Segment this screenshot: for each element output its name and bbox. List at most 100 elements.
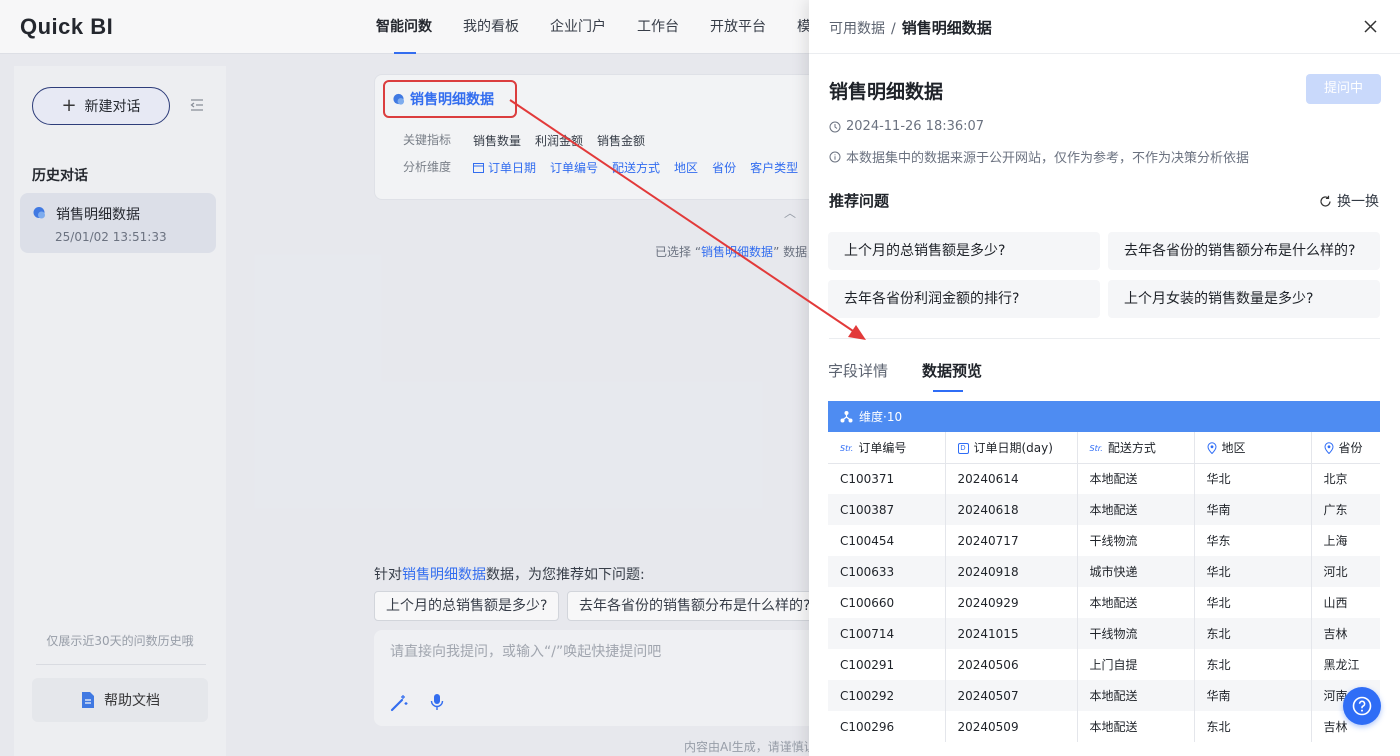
nav-workbench[interactable]: 工作台 bbox=[637, 0, 679, 54]
metric-item[interactable]: 销售金额 bbox=[597, 132, 645, 149]
column-header[interactable]: Str. 订单编号 bbox=[828, 432, 946, 464]
breadcrumb-root[interactable]: 可用数据 bbox=[829, 21, 885, 37]
table-cell: C100714 bbox=[828, 618, 946, 649]
recommend-dataset-name[interactable]: 销售明细数据 bbox=[402, 567, 486, 583]
recommend-intro: 针对销售明细数据数据，为您推荐如下问题: bbox=[374, 564, 645, 584]
table-row: C100296 20240509 本地配送 东北 吉林 bbox=[828, 711, 1380, 742]
chevron-up-icon[interactable]: ︿ bbox=[784, 204, 796, 221]
table-cell: 20240506 bbox=[945, 649, 1078, 680]
history-item[interactable]: 销售明细数据 25/01/02 13:51:33 bbox=[20, 193, 216, 253]
table-row: C100660 20240929 本地配送 华北 山西 bbox=[828, 587, 1380, 618]
data-preview-body: C100371 20240614 本地配送 华北 北京 C100387 20240618 本地… bbox=[828, 463, 1380, 742]
table-cell: 黑龙江 bbox=[1323, 658, 1360, 672]
table-cell: 上门自提 bbox=[1077, 649, 1195, 680]
recommended-question[interactable]: 上个月的总销售额是多少? bbox=[828, 232, 1100, 270]
nav-my-dashboard[interactable]: 我的看板 bbox=[463, 0, 519, 54]
refresh-label: 换一换 bbox=[1337, 194, 1379, 210]
column-header-label: 订单编号 bbox=[858, 440, 907, 455]
table-cell: 本地配送 bbox=[1077, 463, 1195, 494]
document-icon bbox=[82, 692, 94, 708]
dimension-item[interactable]: 地区 bbox=[674, 159, 698, 176]
tab-data-preview[interactable]: 数据预览 bbox=[922, 360, 982, 381]
close-icon[interactable] bbox=[1364, 20, 1377, 33]
metrics-label: 关键指标 bbox=[403, 133, 452, 147]
metric-item[interactable]: 销售数量 bbox=[473, 132, 521, 149]
string-type-icon: Str. bbox=[840, 443, 854, 453]
breadcrumb-separator: / bbox=[891, 21, 896, 37]
table-cell: C100296 bbox=[828, 711, 946, 742]
table-cell: 东北 bbox=[1194, 649, 1312, 680]
recommended-question[interactable]: 去年各省份利润金额的排行? bbox=[828, 280, 1100, 318]
table-cell: 本地配送 bbox=[1077, 711, 1195, 742]
sidebar-divider bbox=[36, 664, 206, 665]
table-cell: 华南 bbox=[1194, 494, 1312, 525]
table-cell: 山西 bbox=[1323, 596, 1348, 610]
history-retention-note: 仅展示近30天的问数历史哦 bbox=[46, 634, 194, 648]
suggested-question-chip[interactable]: 去年各省份的销售额分布是什么样的? bbox=[567, 591, 823, 621]
timestamp-text: 2024-11-26 18:36:07 bbox=[846, 119, 985, 134]
collapse-sidebar-icon[interactable] bbox=[190, 98, 204, 112]
table-cell: 本地配送 bbox=[1077, 680, 1195, 711]
dimension-item[interactable]: 客户类型 bbox=[750, 159, 798, 176]
table-row: C100291 20240506 上门自提 东北 黑龙江 bbox=[828, 649, 1380, 680]
recommended-questions-title: 推荐问题 bbox=[829, 192, 890, 210]
location-pin-icon bbox=[1206, 442, 1217, 455]
dimension-item[interactable]: 配送方式 bbox=[612, 159, 660, 176]
table-cell: 广东 bbox=[1311, 494, 1380, 525]
table-cell: C100292 bbox=[828, 680, 946, 711]
table-cell: 华北 bbox=[1194, 556, 1312, 587]
history-title: 历史对话 bbox=[32, 168, 88, 184]
column-header-label: 省份 bbox=[1338, 440, 1363, 455]
disclaimer-text: 本数据集中的数据来源于公开网站，仅作为参考，不作为决策分析依据 bbox=[846, 151, 1250, 166]
clock-icon bbox=[829, 121, 841, 132]
dimension-item[interactable]: 订单编号 bbox=[550, 159, 598, 176]
selected-note-name[interactable]: 销售明细数据 bbox=[701, 245, 773, 259]
column-header[interactable]: 地区 bbox=[1194, 432, 1312, 464]
table-cell: 20240509 bbox=[945, 711, 1078, 742]
magic-wand-icon[interactable] bbox=[390, 694, 408, 712]
chat-bubble-icon bbox=[393, 93, 405, 105]
recommended-question[interactable]: 去年各省份的销售额分布是什么样的? bbox=[1108, 232, 1380, 270]
ask-button[interactable]: 提问中 bbox=[1306, 74, 1381, 104]
table-cell: C100371 bbox=[828, 463, 946, 494]
column-header[interactable]: 省份 bbox=[1311, 432, 1380, 464]
table-cell: 20241015 bbox=[945, 618, 1078, 649]
history-item-time: 25/01/02 13:51:33 bbox=[55, 230, 167, 244]
nav-enterprise-portal[interactable]: 企业门户 bbox=[550, 0, 606, 54]
dimension-group-header: 维度·10 bbox=[828, 401, 1380, 432]
column-header[interactable]: Str. 配送方式 bbox=[1077, 432, 1195, 464]
dimension-item[interactable]: 订单日期 bbox=[473, 159, 536, 176]
dimensions-label: 分析维度 bbox=[403, 160, 452, 174]
new-chat-button[interactable]: + 新建对话 bbox=[32, 87, 170, 125]
help-docs-button[interactable]: 帮助文档 bbox=[32, 678, 208, 722]
table-row: C100633 20240918 城市快递 华北 河北 bbox=[828, 556, 1380, 587]
table-cell: C100291 bbox=[828, 649, 946, 680]
column-header[interactable]: D 订单日期(day) bbox=[945, 432, 1078, 464]
table-cell: 干线物流 bbox=[1077, 618, 1195, 649]
info-icon bbox=[829, 151, 841, 162]
metric-item[interactable]: 利润金额 bbox=[535, 132, 583, 149]
refresh-button[interactable]: 换一换 bbox=[1319, 191, 1379, 211]
nav-smart-query[interactable]: 智能问数 bbox=[376, 0, 432, 54]
microphone-icon[interactable] bbox=[430, 693, 444, 711]
table-row: C100454 20240717 干线物流 华东 上海 bbox=[828, 525, 1380, 556]
new-chat-label: 新建对话 bbox=[84, 99, 141, 115]
recommended-question[interactable]: 上个月女装的销售数量是多少? bbox=[1108, 280, 1380, 318]
dimension-label: 订单日期 bbox=[488, 161, 537, 175]
dataset-name-highlight[interactable]: 销售明细数据 bbox=[383, 80, 517, 118]
date-type-icon: D bbox=[957, 442, 969, 454]
table-cell: 20240717 bbox=[945, 525, 1078, 556]
hierarchy-icon bbox=[840, 411, 853, 423]
drawer-header: 可用数据 / 销售明细数据 bbox=[809, 0, 1400, 54]
quick-bi-logo[interactable]: Quick BI bbox=[20, 14, 113, 40]
selected-note-prefix: 已选择 “ bbox=[655, 245, 702, 259]
chat-bubble-icon bbox=[33, 207, 45, 219]
help-float-button[interactable] bbox=[1343, 687, 1381, 725]
table-cell: 20240918 bbox=[945, 556, 1078, 587]
suggested-question-chip[interactable]: 上个月的总销售额是多少? bbox=[374, 591, 560, 621]
nav-open-platform[interactable]: 开放平台 bbox=[710, 0, 766, 54]
dataset-detail-drawer: 可用数据 / 销售明细数据 销售明细数据 提问中 2024-11-26 18:36:… bbox=[809, 0, 1400, 756]
tab-field-details[interactable]: 字段详情 bbox=[828, 360, 888, 381]
column-header-label: 地区 bbox=[1221, 440, 1246, 455]
dimension-item[interactable]: 省份 bbox=[712, 159, 736, 176]
